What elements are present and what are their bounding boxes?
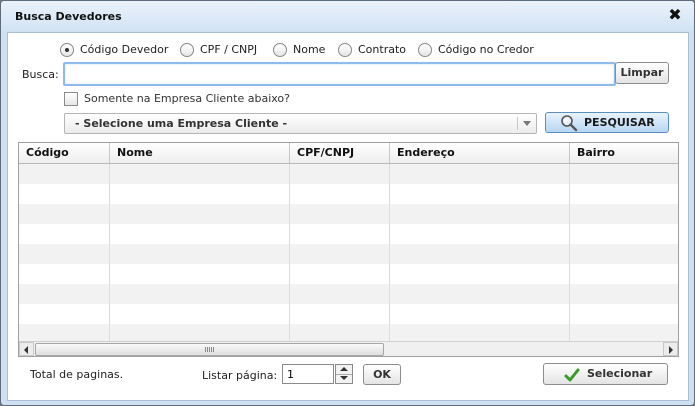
checkmark-icon bbox=[564, 368, 580, 382]
arrow-right-icon bbox=[669, 346, 673, 354]
company-select[interactable]: - Selecione uma Empresa Cliente - bbox=[64, 113, 537, 134]
magnifier-icon bbox=[561, 115, 578, 132]
company-filter-checkbox[interactable] bbox=[64, 92, 78, 106]
grid-header: Código Nome CPF/CNPJ Endereço Bairro bbox=[19, 143, 678, 164]
page-spinner[interactable] bbox=[335, 364, 353, 384]
radio-label: Contrato bbox=[358, 43, 407, 56]
column-header-codigo[interactable]: Código bbox=[19, 143, 110, 163]
scroll-thumb[interactable] bbox=[35, 343, 384, 356]
column-header-bairro[interactable]: Bairro bbox=[570, 143, 678, 163]
horizontal-scrollbar[interactable] bbox=[19, 341, 678, 356]
radio-label: Código Devedor bbox=[80, 43, 169, 56]
radio-button-icon[interactable] bbox=[418, 43, 432, 57]
search-button-label: PESQUISAR bbox=[584, 116, 655, 129]
select-button-label: Selecionar bbox=[587, 367, 653, 380]
arrow-left-icon bbox=[24, 346, 28, 354]
table-row[interactable] bbox=[19, 304, 678, 324]
table-row[interactable] bbox=[19, 244, 678, 264]
company-filter-label: Somente na Empresa Cliente abaixo? bbox=[84, 92, 290, 105]
radio-label: Nome bbox=[293, 43, 326, 56]
scroll-left-button[interactable] bbox=[19, 342, 34, 356]
table-row[interactable] bbox=[19, 224, 678, 244]
page-label: Listar página: bbox=[202, 369, 278, 382]
busca-devedores-dialog: Busca Devedores ✖ Código Devedor CPF / C… bbox=[0, 0, 695, 406]
select-button[interactable]: Selecionar bbox=[543, 363, 668, 385]
radio-label: CPF / CNPJ bbox=[200, 43, 258, 56]
radio-button-icon[interactable] bbox=[338, 43, 352, 57]
table-row[interactable] bbox=[19, 284, 678, 304]
chevron-down-icon[interactable] bbox=[523, 121, 531, 126]
radio-button-icon[interactable] bbox=[180, 43, 194, 57]
total-pages-label: Total de paginas. bbox=[30, 368, 124, 381]
table-row[interactable] bbox=[19, 204, 678, 224]
table-row[interactable] bbox=[19, 264, 678, 284]
company-select-value: - Selecione uma Empresa Cliente - bbox=[75, 117, 288, 130]
title-bar[interactable]: Busca Devedores ✖ bbox=[1, 1, 694, 31]
clear-button[interactable]: Limpar bbox=[615, 62, 669, 84]
radio-button-icon[interactable] bbox=[60, 43, 74, 57]
window-title: Busca Devedores bbox=[15, 10, 122, 23]
select-divider bbox=[517, 117, 518, 130]
search-input[interactable] bbox=[63, 62, 616, 86]
close-icon[interactable]: ✖ bbox=[666, 6, 684, 24]
page-number-input[interactable] bbox=[282, 364, 334, 384]
search-button[interactable]: PESQUISAR bbox=[545, 112, 669, 133]
column-header-endereco[interactable]: Endereço bbox=[390, 143, 570, 163]
column-divider bbox=[389, 164, 390, 342]
column-divider bbox=[569, 164, 570, 342]
table-row[interactable] bbox=[19, 164, 678, 184]
results-grid: Código Nome CPF/CNPJ Endereço Bairro bbox=[18, 142, 679, 357]
scroll-right-button[interactable] bbox=[663, 342, 678, 356]
dialog-content: Código Devedor CPF / CNPJ Nome Contrato … bbox=[7, 32, 689, 401]
radio-button-icon[interactable] bbox=[273, 43, 287, 57]
column-divider bbox=[109, 164, 110, 342]
search-label: Busca: bbox=[22, 68, 59, 81]
grip-icon bbox=[205, 347, 214, 352]
spinner-down-icon[interactable] bbox=[336, 374, 352, 383]
radio-label: Código no Credor bbox=[438, 43, 534, 56]
column-header-nome[interactable]: Nome bbox=[110, 143, 290, 163]
column-header-cpf-cnpj[interactable]: CPF/CNPJ bbox=[290, 143, 390, 163]
grid-body bbox=[19, 164, 678, 344]
ok-button[interactable]: OK bbox=[363, 364, 401, 385]
table-row[interactable] bbox=[19, 184, 678, 204]
column-divider bbox=[289, 164, 290, 342]
